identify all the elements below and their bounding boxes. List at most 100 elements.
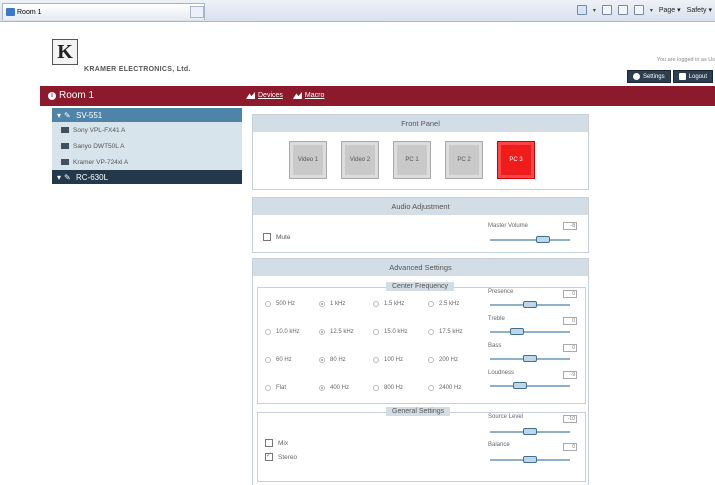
- source-button-video1[interactable]: Video 1: [289, 141, 327, 179]
- frequency-radio[interactable]: [265, 301, 271, 307]
- eq-track[interactable]: [490, 385, 570, 387]
- frequency-radio[interactable]: [265, 329, 271, 335]
- frequency-option[interactable]: 10.0 kHz: [265, 329, 300, 335]
- scaler-icon: [61, 159, 69, 165]
- frequency-radio[interactable]: [319, 385, 325, 391]
- company-name: KRAMER ELECTRONICS, Ltd.: [84, 66, 191, 73]
- source-button-pc1[interactable]: PC 1: [393, 141, 431, 179]
- mix-checkbox[interactable]: [265, 439, 273, 447]
- frequency-radio[interactable]: [428, 301, 434, 307]
- frequency-label: 10.0 kHz: [276, 329, 300, 335]
- source-button-pc3[interactable]: PC 3: [497, 141, 535, 179]
- frequency-option[interactable]: 800 Hz: [373, 385, 403, 391]
- frequency-label: 17.5 kHz: [439, 329, 463, 335]
- collapse-icon[interactable]: ▾: [57, 173, 61, 182]
- frequency-label: 100 Hz: [384, 357, 404, 363]
- settings-button[interactable]: Settings: [626, 70, 671, 83]
- frequency-radio[interactable]: [428, 385, 434, 391]
- frequency-label: 1 kHz: [330, 301, 346, 307]
- front-panel-title: Front Panel: [253, 115, 588, 132]
- balance-slider[interactable]: [523, 456, 537, 463]
- eq-slider[interactable]: [523, 301, 537, 308]
- new-tab-button[interactable]: [190, 6, 204, 18]
- source-level-slider[interactable]: [523, 428, 537, 435]
- frequency-option[interactable]: 80 Hz: [319, 357, 346, 363]
- frequency-label: 80 Hz: [330, 357, 346, 363]
- frequency-radio[interactable]: [428, 357, 434, 363]
- frequency-option[interactable]: 1 kHz: [319, 301, 345, 307]
- frequency-option[interactable]: 200 Hz: [428, 357, 458, 363]
- print-dropdown-icon[interactable]: ▾: [650, 7, 653, 14]
- frequency-radio[interactable]: [265, 385, 271, 391]
- frequency-option[interactable]: 2.5 kHz: [428, 301, 459, 307]
- safety-menu[interactable]: Safety ▾: [687, 6, 712, 14]
- frequency-radio[interactable]: [373, 301, 379, 307]
- master-volume-value[interactable]: -8: [563, 222, 577, 230]
- tree-group-rc630l[interactable]: ▾ ✎ RC-630L: [52, 170, 242, 184]
- browser-tab-title: Room 1: [17, 8, 42, 16]
- mute-checkbox[interactable]: [263, 233, 271, 241]
- frequency-option[interactable]: 400 Hz: [319, 385, 349, 391]
- source-button-pc2[interactable]: PC 2: [445, 141, 483, 179]
- collapse-icon[interactable]: ▾: [57, 111, 61, 120]
- logout-button[interactable]: Logout: [672, 70, 713, 83]
- frequency-radio[interactable]: [428, 329, 434, 335]
- tree-item-device[interactable]: Kramer VP-724xl A: [52, 154, 242, 170]
- eq-value[interactable]: -9: [563, 371, 577, 379]
- browser-tab[interactable]: Room 1: [2, 3, 205, 20]
- eq-label: Treble: [488, 316, 505, 322]
- frequency-option[interactable]: 100 Hz: [373, 357, 403, 363]
- frequency-radio[interactable]: [265, 357, 271, 363]
- home-dropdown-icon[interactable]: ▾: [593, 7, 596, 14]
- tree-group-sv551[interactable]: ▾ ✎ SV-551: [52, 108, 242, 122]
- frequency-option[interactable]: 12.5 kHz: [319, 329, 354, 335]
- frequency-label: 500 Hz: [276, 301, 296, 307]
- home-icon[interactable]: [576, 5, 587, 15]
- feeds-icon[interactable]: [601, 5, 612, 15]
- master-volume-slider[interactable]: [536, 236, 551, 243]
- frequency-option[interactable]: Flat: [265, 385, 286, 391]
- source-button-video2[interactable]: Video 2: [341, 141, 379, 179]
- frequency-radio[interactable]: [319, 301, 325, 307]
- frequency-option[interactable]: 2400 Hz: [428, 385, 461, 391]
- eq-slider[interactable]: [523, 355, 537, 362]
- frequency-option[interactable]: 500 Hz: [265, 301, 295, 307]
- frequency-radio[interactable]: [373, 329, 379, 335]
- tree-item-device[interactable]: Sanyo DWT50L A: [52, 138, 242, 154]
- frequency-radio[interactable]: [319, 357, 325, 363]
- eq-slider[interactable]: [513, 382, 528, 389]
- frequency-radio[interactable]: [319, 329, 325, 335]
- wrench-icon: ✎: [64, 172, 71, 182]
- frequency-label: 2.5 kHz: [439, 301, 460, 307]
- mix-option[interactable]: Mix: [265, 439, 288, 447]
- page-menu[interactable]: Page ▾: [659, 6, 681, 14]
- audio-adjustment-panel: Audio Adjustment Mute Master Volume -8: [252, 197, 589, 253]
- stereo-option[interactable]: Stereo: [265, 451, 297, 461]
- frequency-option[interactable]: 17.5 kHz: [428, 329, 463, 335]
- frequency-option[interactable]: 15.0 kHz: [373, 329, 408, 335]
- read-mail-icon[interactable]: [617, 5, 628, 15]
- projector-icon: [61, 127, 69, 133]
- frequency-radio[interactable]: [373, 357, 379, 363]
- eq-value[interactable]: 0: [563, 290, 577, 298]
- room-bar: i Room 1 Devices Macro: [40, 86, 715, 106]
- master-volume-track[interactable]: [490, 239, 570, 241]
- source-level-value[interactable]: -10: [563, 415, 577, 423]
- mute-option[interactable]: Mute: [263, 233, 290, 241]
- devices-link[interactable]: Devices: [246, 92, 283, 99]
- balance-value[interactable]: 0: [563, 443, 577, 451]
- print-icon[interactable]: [633, 5, 644, 15]
- macro-link[interactable]: Macro: [292, 92, 324, 99]
- front-panel: Front Panel Video 1 Video 2 PC 1 PC 2 PC…: [252, 114, 589, 190]
- frequency-option[interactable]: 1.5 kHz: [373, 301, 404, 307]
- frequency-option[interactable]: 60 Hz: [265, 357, 292, 363]
- devices-icon: [246, 92, 255, 99]
- eq-track[interactable]: [490, 331, 570, 333]
- tree-item-device[interactable]: Sony VPL-FX41 A: [52, 122, 242, 138]
- eq-value[interactable]: 0: [563, 344, 577, 352]
- eq-value[interactable]: 0: [563, 317, 577, 325]
- stereo-checkbox[interactable]: [265, 451, 273, 461]
- frequency-radio[interactable]: [373, 385, 379, 391]
- eq-slider[interactable]: [509, 328, 524, 335]
- eq-label: Presence: [488, 289, 514, 295]
